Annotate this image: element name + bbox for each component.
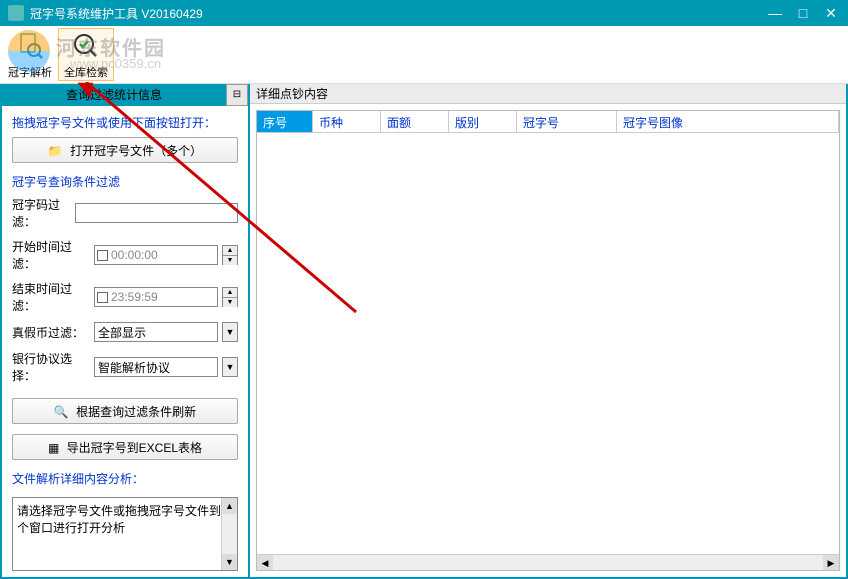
col-denom[interactable]: 面额	[381, 111, 449, 133]
col-index[interactable]: 序号	[257, 111, 313, 133]
grid-body	[257, 133, 839, 570]
start-time-row: 开始时间过滤： 00:00:00 ▲▼	[12, 238, 238, 272]
bank-protocol-select[interactable]: 智能解析协议	[94, 357, 218, 377]
export-excel-button[interactable]: ▦ 导出冠字号到EXCEL表格	[12, 434, 238, 460]
left-panel: 查询过滤统计信息 ⊟ 拖拽冠字号文件或使用下面按钮打开： 📁 打开冠字号文件（多…	[2, 84, 250, 577]
drag-hint-label: 拖拽冠字号文件或使用下面按钮打开：	[12, 114, 238, 131]
folder-open-icon: 📁	[48, 144, 63, 158]
scroll-down-icon[interactable]: ▼	[222, 554, 237, 570]
auth-filter-arrow[interactable]: ▼	[222, 322, 238, 342]
left-panel-title: 查询过滤统计信息	[2, 84, 226, 106]
window-title: 冠字号系统维护工具 V20160429	[30, 5, 766, 22]
code-filter-input[interactable]	[75, 203, 238, 223]
toolbar-search-all-label: 全库检索	[64, 64, 108, 80]
col-edition[interactable]: 版别	[449, 111, 517, 133]
toolbar-parse-button[interactable]: 冠字解析	[2, 28, 58, 81]
start-time-label: 开始时间过滤：	[12, 238, 90, 272]
auth-filter-select[interactable]: 全部显示	[94, 322, 218, 342]
end-time-label: 结束时间过滤：	[12, 280, 90, 314]
code-filter-row: 冠字码过滤：	[12, 196, 238, 230]
detail-section-label: 文件解析详细内容分析：	[12, 470, 238, 487]
right-panel-header: 详细点钞内容	[250, 84, 846, 104]
refresh-button[interactable]: 🔍 根据查询过滤条件刷新	[12, 398, 238, 424]
refresh-icon: 🔍	[54, 405, 69, 419]
end-time-input[interactable]: 23:59:59	[94, 287, 218, 307]
bank-protocol-row: 银行协议选择： 智能解析协议 ▼	[12, 350, 238, 384]
toolbar-parse-label: 冠字解析	[8, 64, 52, 80]
table-export-icon: ▦	[48, 441, 59, 455]
open-files-button[interactable]: 📁 打开冠字号文件（多个）	[12, 137, 238, 163]
left-panel-body: 拖拽冠字号文件或使用下面按钮打开： 📁 打开冠字号文件（多个） 冠字号查询条件过…	[2, 106, 248, 577]
bank-protocol-label: 银行协议选择：	[12, 350, 90, 384]
detail-scrollbar[interactable]: ▲ ▼	[221, 498, 237, 570]
end-time-checkbox[interactable]	[97, 292, 108, 303]
left-panel-header: 查询过滤统计信息 ⊟	[2, 84, 248, 106]
toolbar: 冠字解析 全库检索	[0, 26, 848, 84]
toolbar-search-all-button[interactable]: 全库检索	[58, 28, 114, 81]
detail-textarea[interactable]: 请选择冠字号文件或拖拽冠字号文件到这个窗口进行打开分析 ▲ ▼	[12, 497, 238, 571]
pin-button[interactable]: ⊟	[226, 84, 248, 106]
grid-header-row: 序号 币种 面额 版别 冠字号 冠字号图像	[257, 111, 839, 133]
col-serial[interactable]: 冠字号	[517, 111, 617, 133]
end-time-spinner[interactable]: ▲▼	[222, 287, 238, 307]
table-container: 序号 币种 面额 版别 冠字号 冠字号图像 ◀ ▶	[250, 104, 846, 577]
minimize-button[interactable]: —	[766, 5, 784, 22]
data-grid: 序号 币种 面额 版别 冠字号 冠字号图像 ◀ ▶	[256, 110, 840, 571]
auth-filter-label: 真假币过滤：	[12, 324, 90, 341]
grid-h-scrollbar[interactable]: ◀ ▶	[257, 554, 839, 570]
app-icon	[8, 5, 24, 21]
auth-filter-row: 真假币过滤： 全部显示 ▼	[12, 322, 238, 342]
code-filter-label: 冠字码过滤：	[12, 196, 71, 230]
end-time-row: 结束时间过滤： 23:59:59 ▲▼	[12, 280, 238, 314]
scroll-right-icon[interactable]: ▶	[823, 555, 839, 570]
start-time-input[interactable]: 00:00:00	[94, 245, 218, 265]
bank-protocol-arrow[interactable]: ▼	[222, 357, 238, 377]
search-doc-icon	[14, 30, 46, 62]
scroll-left-icon[interactable]: ◀	[257, 555, 273, 570]
close-button[interactable]: ✕	[822, 5, 840, 22]
titlebar: 冠字号系统维护工具 V20160429 — □ ✕	[0, 0, 848, 26]
start-time-checkbox[interactable]	[97, 250, 108, 261]
col-currency[interactable]: 币种	[313, 111, 381, 133]
filter-section-label: 冠字号查询条件过滤	[12, 173, 238, 190]
window-controls: — □ ✕	[766, 5, 840, 22]
scroll-up-icon[interactable]: ▲	[222, 498, 237, 514]
right-panel: 详细点钞内容 序号 币种 面额 版别 冠字号 冠字号图像 ◀ ▶	[250, 84, 846, 577]
scroll-track[interactable]	[273, 555, 823, 570]
col-image[interactable]: 冠字号图像	[617, 111, 839, 133]
start-time-spinner[interactable]: ▲▼	[222, 245, 238, 265]
content-area: 查询过滤统计信息 ⊟ 拖拽冠字号文件或使用下面按钮打开： 📁 打开冠字号文件（多…	[0, 84, 848, 579]
maximize-button[interactable]: □	[794, 5, 812, 22]
check-circle-icon	[70, 30, 102, 62]
